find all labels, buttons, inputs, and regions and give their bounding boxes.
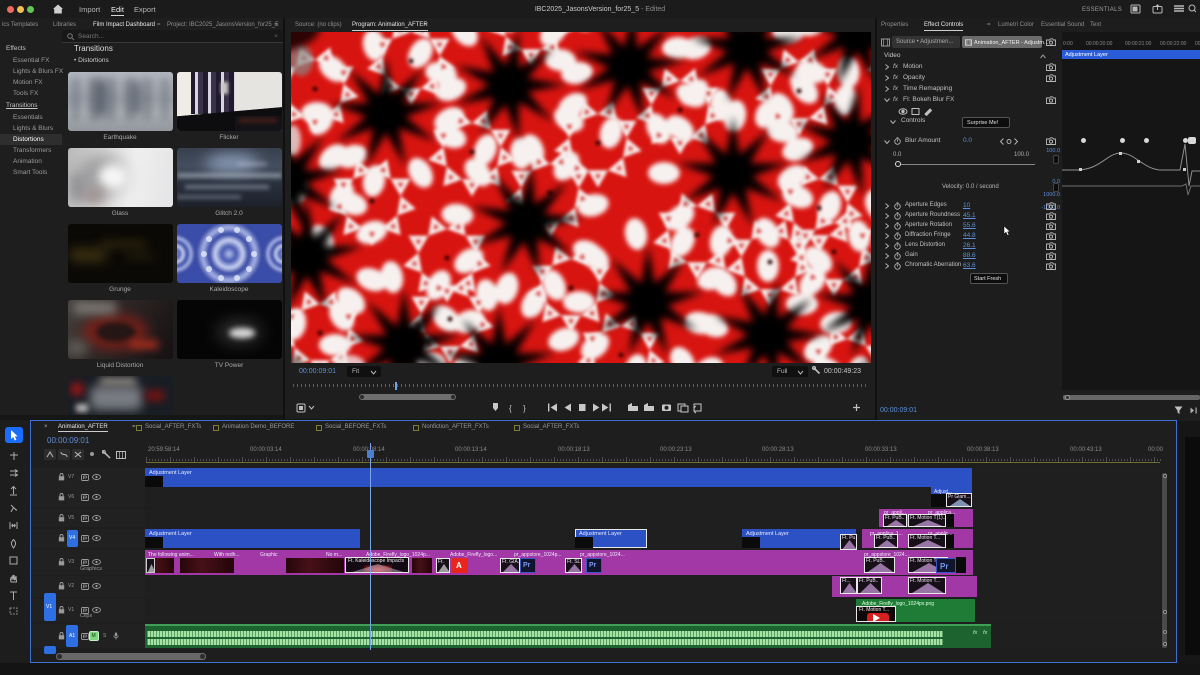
svg-text:}: } — [523, 404, 526, 413]
svg-text:{: { — [509, 404, 512, 413]
